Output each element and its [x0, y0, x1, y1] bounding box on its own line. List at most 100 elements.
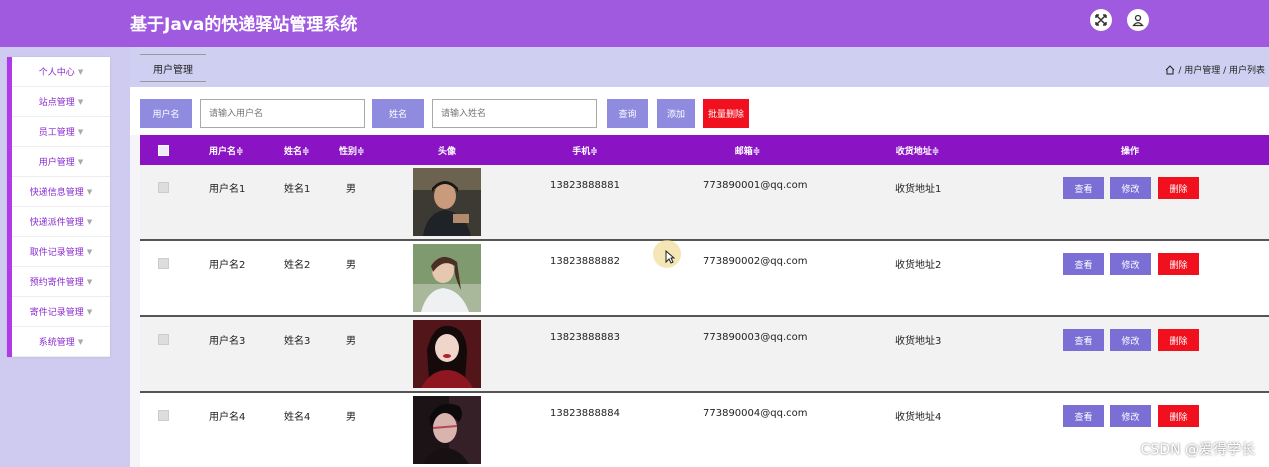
sidebar-item-express-info[interactable]: 快递信息管理 ▼ [12, 177, 110, 207]
row-checkbox[interactable] [158, 334, 169, 345]
watermark: CSDN @爱得学长 [1140, 442, 1255, 458]
sidebar-item-station[interactable]: 站点管理 ▼ [12, 87, 110, 117]
edit-button[interactable]: 修改 [1110, 177, 1151, 199]
delete-button[interactable]: 删除 [1158, 329, 1199, 351]
header-gender[interactable]: 性别≑ [339, 135, 365, 165]
search-bar: 用户名 姓名 查询 添加 批量删除 [130, 87, 1269, 135]
view-button[interactable]: 查看 [1063, 329, 1104, 351]
batch-delete-button[interactable]: 批量删除 [703, 99, 749, 128]
avatar-image[interactable] [413, 168, 481, 236]
cell-name: 姓名2 [284, 260, 311, 271]
cell-username: 用户名1 [209, 184, 246, 195]
main-content: 用户管理 / 用户管理 / 用户列表 用户名 姓名 查询 添加 批量删除 用户名… [130, 47, 1269, 467]
breadcrumb: / 用户管理 / 用户列表 [1165, 63, 1265, 76]
edit-button[interactable]: 修改 [1110, 405, 1151, 427]
edit-button[interactable]: 修改 [1110, 253, 1151, 275]
sidebar-item-label: 快递信息管理 [29, 188, 84, 198]
name-label: 姓名 [372, 99, 424, 128]
avatar-image[interactable] [413, 320, 481, 388]
table-row: 用户名4 姓名4 男 13823888884 773890004@qq.com … [140, 393, 1269, 467]
avatar-image[interactable] [413, 396, 481, 464]
cell-phone: 13823888882 [550, 256, 620, 267]
add-button[interactable]: 添加 [657, 99, 695, 128]
header-avatar: 头像 [437, 146, 456, 157]
sidebar-item-system[interactable]: 系统管理 ▼ [12, 327, 110, 357]
sidebar-item-send-records[interactable]: 寄件记录管理 ▼ [12, 297, 110, 327]
cell-username: 用户名4 [209, 412, 246, 423]
row-select-cell [158, 334, 169, 345]
caret-down-icon: ▼ [77, 337, 84, 346]
tab-bar: 用户管理 / 用户管理 / 用户列表 [130, 47, 1269, 87]
username-label: 用户名 [140, 99, 192, 128]
view-button[interactable]: 查看 [1063, 177, 1104, 199]
cell-email: 773890001@qq.com [703, 180, 808, 191]
row-checkbox[interactable] [158, 182, 169, 193]
breadcrumb-text: / 用户管理 / 用户列表 [1178, 66, 1265, 76]
sidebar-item-label: 取件记录管理 [29, 248, 84, 258]
sidebar-item-users[interactable]: 用户管理 ▼ [12, 147, 110, 177]
sidebar-item-label: 个人中心 [38, 68, 75, 78]
cell-username: 用户名2 [209, 260, 246, 271]
sidebar-item-label: 站点管理 [38, 98, 75, 108]
row-select-cell [158, 410, 169, 421]
name-search-input[interactable] [432, 99, 597, 128]
delete-button[interactable]: 删除 [1158, 253, 1199, 275]
view-button[interactable]: 查看 [1063, 405, 1104, 427]
caret-down-icon: ▼ [77, 127, 84, 136]
cell-phone: 13823888883 [550, 332, 620, 343]
header-actions: 操作 [1120, 146, 1139, 157]
table-row: 用户名2 姓名2 男 13823888882 773890002@qq.com … [140, 241, 1269, 317]
table-header: 用户名≑ 姓名≑ 性别≑ 头像 手机≑ 邮箱≑ 收货地址≑ 操作 [140, 135, 1269, 165]
header-username[interactable]: 用户名≑ [209, 135, 244, 165]
row-checkbox[interactable] [158, 258, 169, 269]
row-checkbox[interactable] [158, 410, 169, 421]
header-name[interactable]: 姓名≑ [284, 135, 310, 165]
app-title: 基于Java的快递驿站管理系统 [130, 15, 358, 35]
select-all-cell [158, 135, 169, 165]
cell-name: 姓名3 [284, 336, 311, 347]
cell-address: 收货地址2 [895, 260, 942, 271]
edit-button[interactable]: 修改 [1110, 329, 1151, 351]
cell-username: 用户名3 [209, 336, 246, 347]
caret-down-icon: ▼ [77, 67, 84, 76]
sidebar-item-delivery[interactable]: 快递派件管理 ▼ [12, 207, 110, 237]
header-address[interactable]: 收货地址≑ [880, 135, 955, 165]
caret-down-icon: ▼ [86, 307, 93, 316]
cell-address: 收货地址1 [895, 184, 942, 195]
caret-down-icon: ▼ [77, 157, 84, 166]
tab-user-management[interactable]: 用户管理 [140, 54, 206, 82]
user-table: 用户名≑ 姓名≑ 性别≑ 头像 手机≑ 邮箱≑ 收货地址≑ 操作 用户名1 姓名… [140, 135, 1269, 467]
cell-gender: 男 [346, 184, 356, 195]
fullscreen-icon[interactable] [1090, 9, 1112, 31]
cell-gender: 男 [346, 260, 356, 271]
cell-email: 773890002@qq.com [703, 256, 808, 267]
sidebar-item-pickup-records[interactable]: 取件记录管理 ▼ [12, 237, 110, 267]
query-button[interactable]: 查询 [607, 99, 648, 128]
select-all-checkbox[interactable] [158, 144, 169, 156]
caret-down-icon: ▼ [86, 277, 93, 286]
cell-name: 姓名4 [284, 412, 311, 423]
header-phone[interactable]: 手机≑ [545, 135, 625, 165]
cell-email: 773890004@qq.com [703, 408, 808, 419]
table-row: 用户名1 姓名1 男 13823888881 773890001@qq.com … [140, 165, 1269, 241]
cell-address: 收货地址4 [895, 412, 942, 423]
sidebar-item-label: 预约寄件管理 [29, 278, 84, 288]
home-icon[interactable] [1165, 64, 1175, 75]
sidebar-item-booking-send[interactable]: 预约寄件管理 ▼ [12, 267, 110, 297]
sidebar-item-personal-center[interactable]: 个人中心 ▼ [12, 57, 110, 87]
cell-address: 收货地址3 [895, 336, 942, 347]
mouse-cursor-icon [665, 250, 675, 264]
header-email[interactable]: 邮箱≑ [705, 135, 790, 165]
caret-down-icon: ▼ [86, 187, 93, 196]
view-button[interactable]: 查看 [1063, 253, 1104, 275]
caret-down-icon: ▼ [77, 97, 84, 106]
cell-phone: 13823888884 [550, 408, 620, 419]
delete-button[interactable]: 删除 [1158, 177, 1199, 199]
user-icon[interactable] [1127, 9, 1149, 31]
sidebar-item-staff[interactable]: 员工管理 ▼ [12, 117, 110, 147]
delete-button[interactable]: 删除 [1158, 405, 1199, 427]
sidebar-item-label: 用户管理 [38, 158, 75, 168]
username-search-input[interactable] [200, 99, 365, 128]
sidebar-item-label: 员工管理 [38, 128, 75, 138]
avatar-image[interactable] [413, 244, 481, 312]
